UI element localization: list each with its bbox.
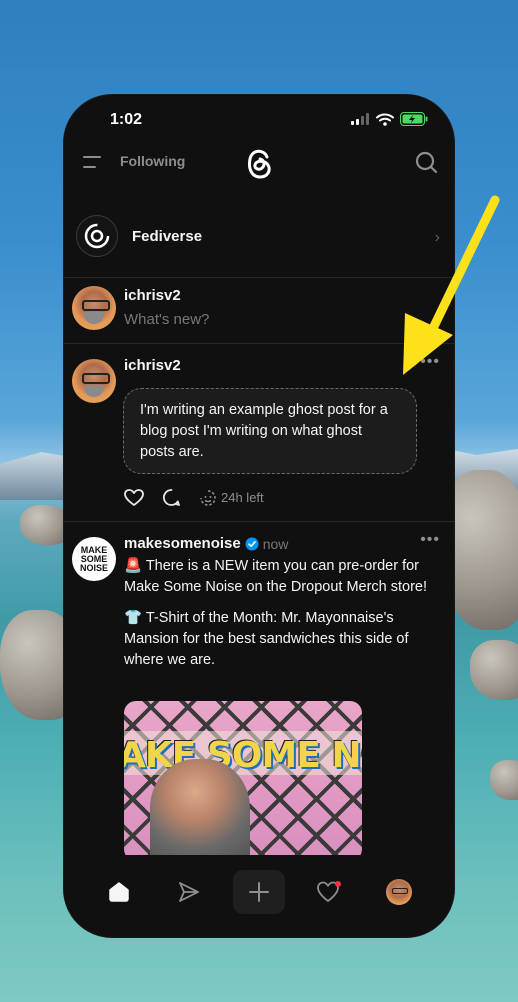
fediverse-label: Fediverse [132,228,203,245]
bottom-nav [64,855,454,937]
status-bar: 1:02 [64,95,454,147]
threads-logo-icon[interactable] [242,145,276,181]
post-username[interactable]: makesomenoise [124,535,241,552]
rock [490,760,518,800]
wifi-icon [376,113,394,126]
fediverse-icon [76,215,118,257]
compose-input[interactable]: What's new? [124,311,209,328]
avatar[interactable] [72,286,116,330]
feed-post: MAKE SOME NOISE makesomenoise now ••• 🚨 … [64,521,454,861]
post-actions: 24h left [124,488,264,507]
ghost-post-text: I'm writing an example ghost post for a … [123,388,417,474]
nav-new-post[interactable] [233,870,285,914]
feed-selector[interactable]: Following [120,153,185,169]
verified-badge-icon [245,537,259,550]
signal-icon [351,113,369,125]
avatar-logo-text: MAKE SOME NOISE [79,544,108,573]
ghost-time-left: 24h left [199,489,264,507]
rock [470,640,518,700]
image-person [150,759,250,861]
post-username[interactable]: ichrisv2 [124,357,181,374]
avatar[interactable] [72,359,116,403]
menu-icon[interactable] [82,153,102,171]
comment-icon[interactable] [162,488,181,507]
search-icon[interactable] [414,150,438,174]
home-icon [109,882,129,902]
heart-icon[interactable] [124,488,144,507]
more-icon[interactable]: ••• [420,531,440,549]
compose-username: ichrisv2 [124,287,181,304]
nav-send[interactable] [167,870,211,914]
annotation-arrow-icon [403,195,500,375]
avatar[interactable]: MAKE SOME NOISE [72,537,116,581]
nav-activity[interactable] [307,870,351,914]
image-banner-text: AKE SOME NOI [124,735,362,776]
post-timestamp: now [262,535,289,552]
ghost-timer-icon [200,489,216,506]
send-icon [179,882,199,902]
activity-heart-icon [317,881,341,902]
post-paragraph: 👕 T-Shirt of the Month: Mr. Mayonnaise's… [124,610,409,668]
profile-avatar [386,879,412,905]
rock [20,505,70,545]
post-body: 🚨 There is a NEW item you can pre-order … [124,556,442,681]
nav-profile[interactable] [377,870,421,914]
status-time: 1:02 [110,111,143,128]
post-paragraph: 🚨 There is a NEW item you can pre-order … [124,558,428,595]
post-image[interactable]: AKE SOME NOI [124,701,362,861]
nav-home[interactable] [97,870,141,914]
status-icons [350,112,428,126]
top-bar: Following [64,143,454,187]
time-left-label: 24h left [221,490,264,505]
plus-icon [249,882,269,902]
battery-charging-icon [400,112,428,126]
post-header: makesomenoise now [124,535,288,552]
